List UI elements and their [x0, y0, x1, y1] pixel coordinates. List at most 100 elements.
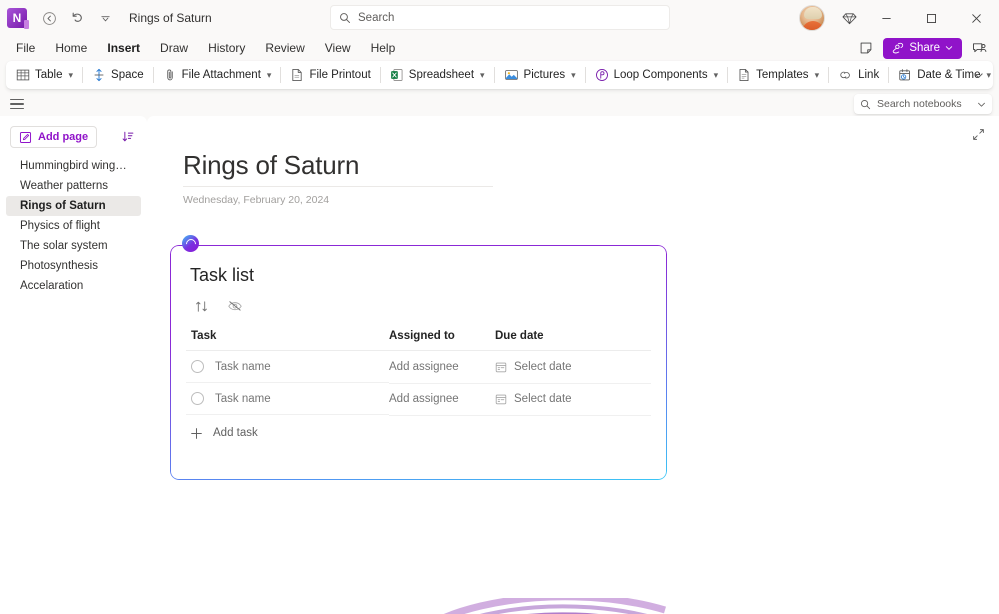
- chevron-down-icon: [945, 46, 953, 50]
- share-icon: [893, 42, 904, 54]
- title-bar: N Rings of Saturn Search: [0, 0, 999, 36]
- task-name-text[interactable]: Task name: [215, 393, 271, 405]
- calendar-clock-icon: [899, 69, 911, 81]
- loop-component-title[interactable]: Task list: [190, 265, 651, 286]
- ribbon-space-button[interactable]: Space: [86, 64, 150, 86]
- sort-arrows-icon[interactable]: [191, 296, 211, 316]
- menu-help[interactable]: Help: [362, 37, 405, 60]
- menu-bar: File Home Insert Draw History Review Vie…: [0, 36, 999, 63]
- menu-home[interactable]: Home: [46, 37, 96, 60]
- main-body: Add page Hummingbird wing… Weather patte…: [0, 116, 999, 614]
- ribbon-pictures-button[interactable]: Pictures ▾: [498, 64, 582, 86]
- add-task-button[interactable]: Add task: [186, 427, 651, 440]
- sidebar-page-accelaration[interactable]: Accelaration: [6, 276, 141, 296]
- column-header-due-date[interactable]: Due date: [495, 330, 651, 351]
- diamond-icon[interactable]: [834, 0, 864, 36]
- ribbon-divider: [888, 67, 890, 83]
- menu-file[interactable]: File: [7, 37, 44, 60]
- ribbon-collapse-chevron-icon[interactable]: [969, 66, 987, 84]
- circle-checkbox-icon[interactable]: [191, 392, 204, 405]
- document-title: Rings of Saturn: [129, 11, 212, 25]
- menu-draw[interactable]: Draw: [151, 37, 197, 60]
- task-list-table: Task Assigned to Due date Task name Add …: [186, 330, 651, 449]
- eye-slash-icon[interactable]: [225, 296, 245, 316]
- table-icon: [16, 69, 30, 81]
- chevron-down-icon: ▾: [571, 69, 576, 80]
- link-icon: [840, 71, 850, 79]
- close-icon[interactable]: [954, 0, 999, 36]
- sidebar-page-weather-patterns[interactable]: Weather patterns: [6, 176, 141, 196]
- search-icon: [860, 99, 871, 109]
- sidebar-header: Add page: [0, 124, 147, 150]
- page-title[interactable]: Rings of Saturn: [183, 150, 493, 187]
- add-task-row[interactable]: Add task: [186, 415, 651, 449]
- due-date-text: Select date: [514, 393, 572, 405]
- menu-history[interactable]: History: [199, 37, 254, 60]
- search-placeholder: Search: [358, 11, 395, 24]
- avatar[interactable]: [799, 5, 825, 31]
- column-header-assigned-to[interactable]: Assigned to: [389, 330, 495, 351]
- ribbon-file-attachment-button[interactable]: File Attachment ▾: [157, 64, 278, 86]
- onenote-logo-icon: N: [7, 8, 29, 29]
- page-date[interactable]: Wednesday, February 20, 2024: [183, 194, 999, 206]
- maximize-icon[interactable]: [909, 0, 954, 36]
- sidebar-page-photosynthesis[interactable]: Photosynthesis: [6, 256, 141, 276]
- ribbon-divider: [280, 67, 282, 83]
- assignee-cell[interactable]: Add assignee: [389, 383, 495, 416]
- ribbon-table-button[interactable]: Table ▾: [10, 64, 79, 86]
- saturn-rings-diagram[interactable]: G F A B C D: [365, 598, 695, 614]
- sticky-note-icon[interactable]: [853, 37, 879, 59]
- ribbon-loop-components-button[interactable]: Loop Components ▾: [589, 64, 725, 86]
- chevron-down-icon: ▾: [266, 69, 272, 80]
- notebook-search-input[interactable]: Search notebooks: [854, 94, 992, 114]
- sidebar-page-the-solar-system[interactable]: The solar system: [6, 236, 141, 256]
- hamburger-menu-icon[interactable]: [6, 94, 28, 114]
- add-task-cell[interactable]: Add task: [186, 415, 651, 449]
- customize-quick-access-chevron-icon[interactable]: [91, 4, 119, 32]
- ribbon-file-printout-button[interactable]: File Printout: [284, 64, 376, 86]
- add-page-button[interactable]: Add page: [10, 126, 98, 148]
- page-sidebar: Add page Hummingbird wing… Weather patte…: [0, 116, 147, 614]
- task-cell[interactable]: Task name: [186, 351, 389, 383]
- ribbon-templates-button[interactable]: Templates ▾: [731, 64, 825, 86]
- circle-checkbox-icon[interactable]: [191, 360, 204, 373]
- comments-icon[interactable]: [966, 37, 992, 59]
- space-icon: [94, 68, 104, 82]
- edit-page-icon: [19, 131, 32, 143]
- add-task-label: Add task: [213, 427, 258, 439]
- expand-diagonal-icon[interactable]: [967, 123, 989, 145]
- add-page-label: Add page: [38, 131, 89, 143]
- task-cell[interactable]: Task name: [186, 383, 389, 415]
- table-row[interactable]: Task name Add assignee Select date: [186, 383, 651, 416]
- back-arrow-icon[interactable]: [35, 4, 63, 32]
- chevron-down-icon: ▾: [713, 69, 719, 80]
- undo-icon[interactable]: [63, 4, 91, 32]
- menu-review[interactable]: Review: [256, 37, 313, 60]
- loop-icon: [595, 69, 608, 81]
- ribbon-divider: [493, 67, 495, 83]
- sidebar-page-hummingbird-wing[interactable]: Hummingbird wing…: [6, 156, 141, 176]
- insert-ribbon: Table ▾ Space File Attachment ▾ File Pri…: [6, 61, 993, 89]
- column-header-task[interactable]: Task: [186, 330, 389, 351]
- menu-view[interactable]: View: [316, 37, 360, 60]
- ribbon-link-button[interactable]: Link: [832, 64, 885, 86]
- excel-icon: [390, 69, 403, 81]
- page-list: Hummingbird wing… Weather patterns Rings…: [0, 156, 147, 296]
- task-name-text[interactable]: Task name: [215, 361, 271, 373]
- sidebar-page-physics-of-flight[interactable]: Physics of flight: [6, 216, 141, 236]
- due-date-cell[interactable]: Select date: [495, 383, 651, 416]
- table-row[interactable]: Task name Add assignee Select date: [186, 350, 651, 384]
- minimize-icon[interactable]: [864, 0, 909, 36]
- chevron-down-icon: [978, 102, 985, 107]
- menu-insert[interactable]: Insert: [98, 37, 149, 63]
- onenote-window: N Rings of Saturn Search File Home Inser…: [0, 0, 999, 614]
- sidebar-page-rings-of-saturn[interactable]: Rings of Saturn: [6, 196, 141, 216]
- sort-pages-icon[interactable]: [117, 126, 139, 148]
- assignee-cell[interactable]: Add assignee: [389, 350, 495, 384]
- due-date-cell[interactable]: Select date: [495, 350, 651, 384]
- share-button[interactable]: Share: [883, 37, 962, 59]
- ribbon-label: Table: [35, 69, 63, 81]
- ribbon-spreadsheet-button[interactable]: Spreadsheet ▾: [384, 64, 491, 86]
- loop-task-list-component[interactable]: Task list Task Assigned to Due date Task…: [170, 245, 667, 480]
- search-input[interactable]: Search: [330, 5, 670, 30]
